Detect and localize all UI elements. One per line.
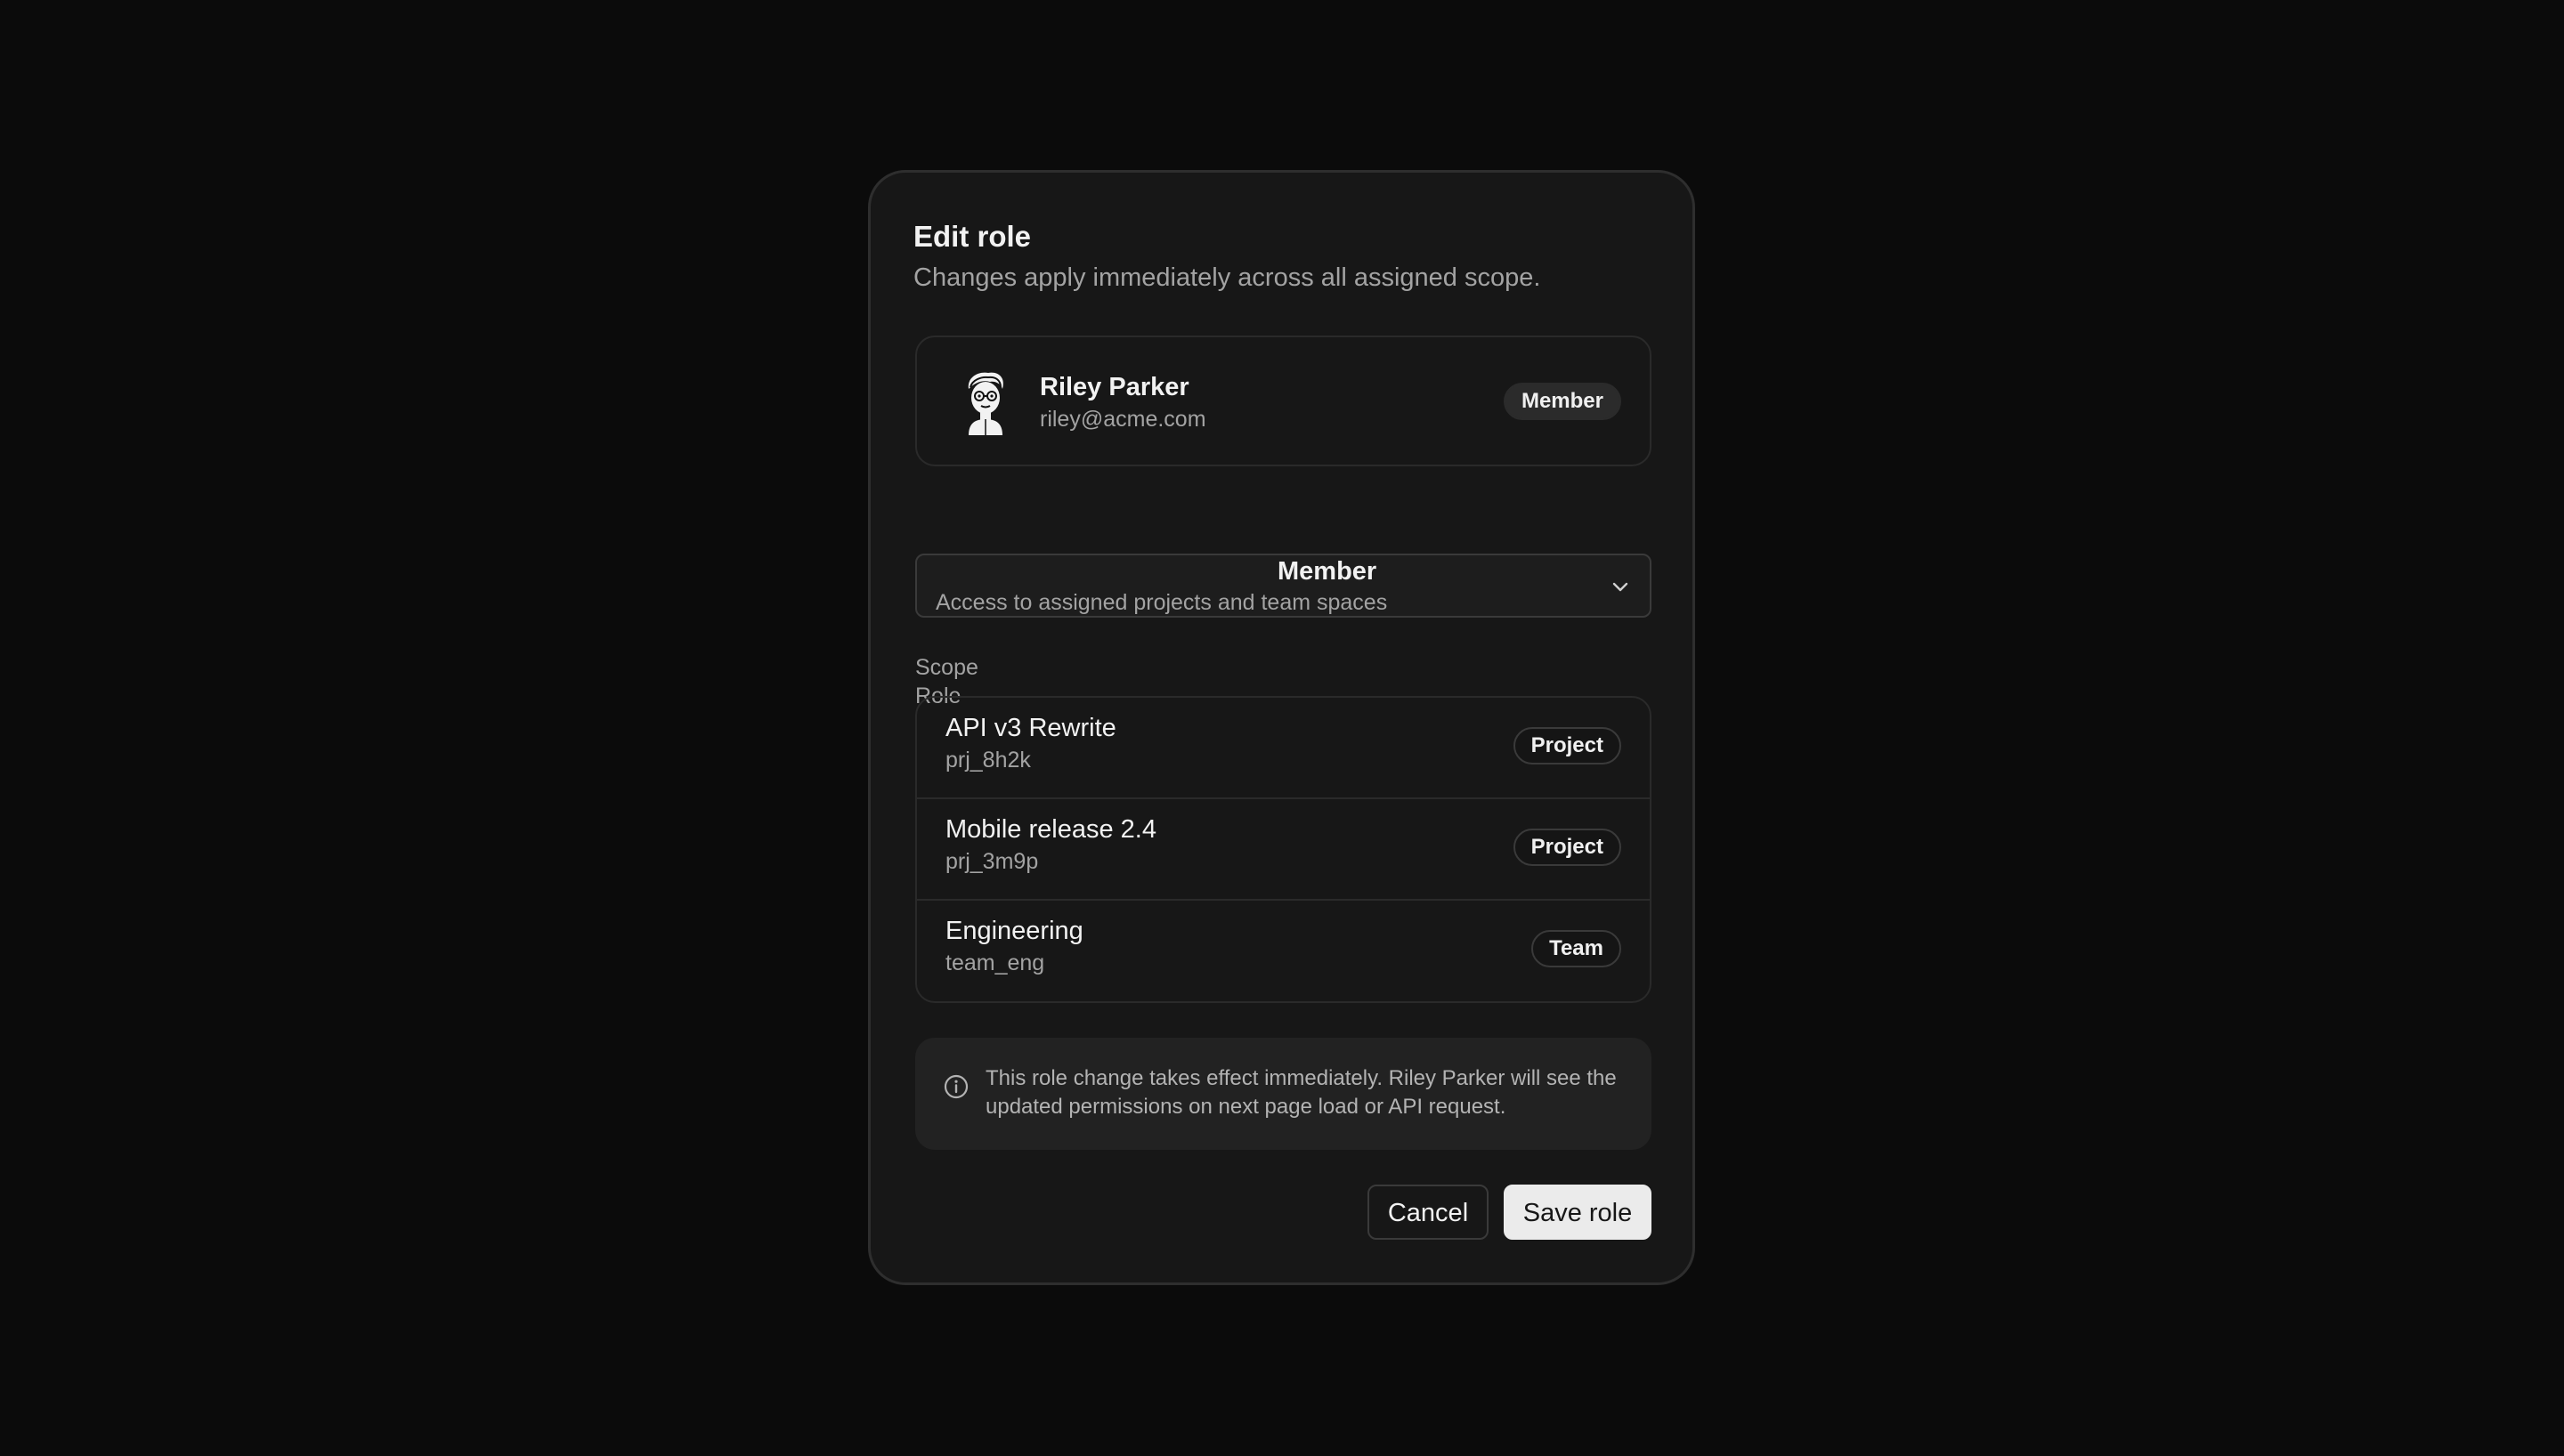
role-select-value: Member: [1278, 557, 1377, 586]
user-card: Riley Parker riley@acme.com Member: [915, 336, 1651, 466]
scope-item-name: API v3 Rewrite: [945, 714, 1116, 742]
scope-list: API v3 Rewrite prj_8h2k Project Mobile r…: [915, 696, 1651, 1003]
edit-role-dialog: Edit role Changes apply immediately acro…: [868, 170, 1695, 1285]
cancel-button[interactable]: Cancel: [1367, 1185, 1489, 1240]
list-item: Mobile release 2.4 prj_3m9p Project: [917, 799, 1650, 901]
role-select[interactable]: Member Access to assigned projects and t…: [915, 554, 1651, 618]
dialog-title: Edit role: [913, 220, 1032, 253]
scope-item-name: Engineering: [945, 917, 1083, 945]
scope-item-id: prj_3m9p: [945, 849, 1039, 874]
user-name: Riley Parker: [1040, 373, 1189, 401]
user-email: riley@acme.com: [1040, 407, 1206, 432]
role-select-description: Access to assigned projects and team spa…: [936, 590, 1388, 615]
save-role-button[interactable]: Save role: [1504, 1185, 1651, 1240]
notice-text: This role change takes effect immediatel…: [986, 1066, 1617, 1119]
list-item: Engineering team_eng Team: [917, 901, 1650, 1001]
scope-type-badge: Project: [1513, 727, 1621, 764]
scope-item-id: prj_8h2k: [945, 748, 1031, 772]
role-select-title-wrap: Member: [917, 557, 1420, 586]
chevron-down-icon: [1612, 582, 1628, 592]
scope-type-badge: Team: [1531, 930, 1621, 967]
avatar: [968, 372, 1003, 435]
info-icon: [944, 1074, 969, 1099]
scope-item-id: team_eng: [945, 950, 1045, 975]
current-role-badge: Member: [1503, 383, 1621, 420]
role-change-notice: This role change takes effect immediatel…: [915, 1038, 1651, 1150]
scope-type-badge: Project: [1513, 829, 1621, 866]
dialog-subtitle: Changes apply immediately across all ass…: [913, 263, 1541, 292]
scope-label: Scope: [915, 655, 978, 680]
scope-item-name: Mobile release 2.4: [945, 815, 1156, 844]
list-item: API v3 Rewrite prj_8h2k Project: [917, 698, 1650, 799]
